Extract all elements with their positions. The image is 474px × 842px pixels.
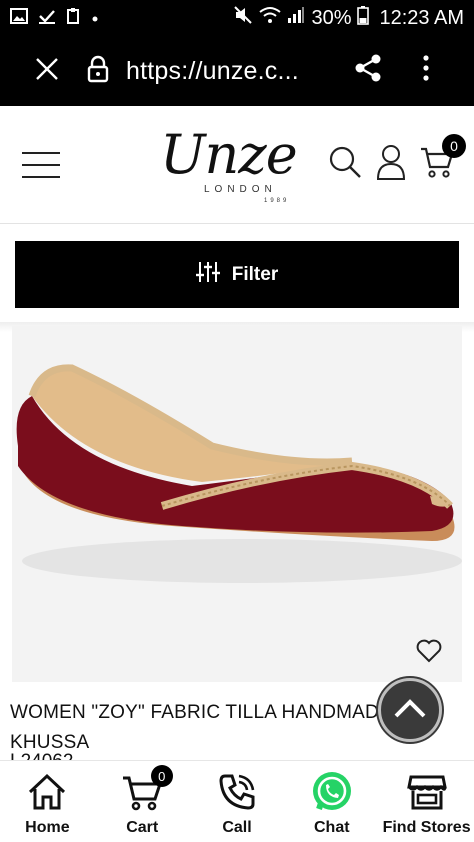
url-bar[interactable]: https://unze.c...: [126, 57, 299, 86]
logo-year: 1989: [264, 198, 290, 204]
brand-logo[interactable]: Unze LONDON 1989: [160, 128, 315, 208]
notification-icons: [10, 7, 98, 30]
nav-label: Cart: [126, 819, 159, 836]
user-icon: [376, 144, 406, 185]
signal-icon: [287, 6, 305, 30]
share-icon: [353, 53, 383, 88]
account-button[interactable]: [372, 144, 410, 184]
nav-home[interactable]: Home: [0, 761, 95, 842]
clock: 12:23 AM: [379, 6, 464, 29]
nav-chat[interactable]: Chat: [284, 761, 379, 842]
home-icon: [27, 771, 67, 813]
overflow-menu-button[interactable]: [414, 52, 438, 88]
phone-icon: [217, 771, 257, 813]
nav-label: Home: [25, 819, 70, 836]
search-button[interactable]: [326, 144, 364, 184]
heart-icon: [416, 639, 442, 668]
system-status: 30% 12:23 AM: [233, 5, 464, 31]
nav-label: Chat: [314, 819, 350, 836]
mute-icon: [233, 5, 253, 31]
wishlist-button[interactable]: [414, 638, 444, 668]
bottom-navigation: Home 0 Cart Call Chat Find Stores: [0, 760, 474, 842]
nav-cart[interactable]: 0 Cart: [95, 761, 190, 842]
image-notification-icon: [10, 7, 28, 29]
search-icon: [328, 145, 362, 184]
download-complete-icon: [38, 8, 56, 29]
hamburger-menu-button[interactable]: [22, 152, 60, 178]
battery-icon: [357, 5, 370, 31]
product-image[interactable]: [12, 326, 462, 682]
menu-line: [22, 164, 60, 166]
share-button[interactable]: [350, 52, 386, 88]
scroll-to-top-button[interactable]: [378, 678, 442, 742]
close-icon: [35, 57, 59, 86]
logo-subtitle: LONDON: [204, 184, 277, 195]
site-header: Unze LONDON 1989 0: [0, 106, 474, 224]
nav-find-stores[interactable]: Find Stores: [379, 761, 474, 842]
filter-label: Filter: [231, 263, 279, 285]
browser-toolbar: https://unze.c...: [0, 36, 474, 106]
nav-call[interactable]: Call: [190, 761, 285, 842]
logo-wordmark: Unze: [160, 123, 298, 186]
status-bar: 30% 12:23 AM: [0, 0, 474, 36]
filter-sliders-icon: [195, 261, 220, 289]
clipboard-icon: [66, 7, 82, 30]
dot-icon: [92, 9, 98, 27]
battery-percent: 30%: [311, 6, 352, 29]
menu-line: [22, 152, 60, 154]
whatsapp-icon: [311, 771, 353, 813]
chevron-up-icon: [393, 697, 427, 724]
lock-icon: [87, 55, 109, 88]
store-icon: [406, 771, 447, 813]
close-tab-button[interactable]: [22, 36, 72, 106]
header-cart-count-badge: 0: [442, 134, 466, 158]
filter-button[interactable]: Filter: [15, 241, 459, 308]
site-info-button[interactable]: [80, 36, 116, 106]
nav-label: Find Stores: [382, 819, 471, 836]
menu-line: [22, 176, 60, 178]
more-vert-icon: [423, 54, 429, 86]
nav-label: Call: [222, 819, 252, 836]
wifi-icon: [259, 6, 282, 30]
nav-cart-count-badge: 0: [150, 765, 173, 787]
